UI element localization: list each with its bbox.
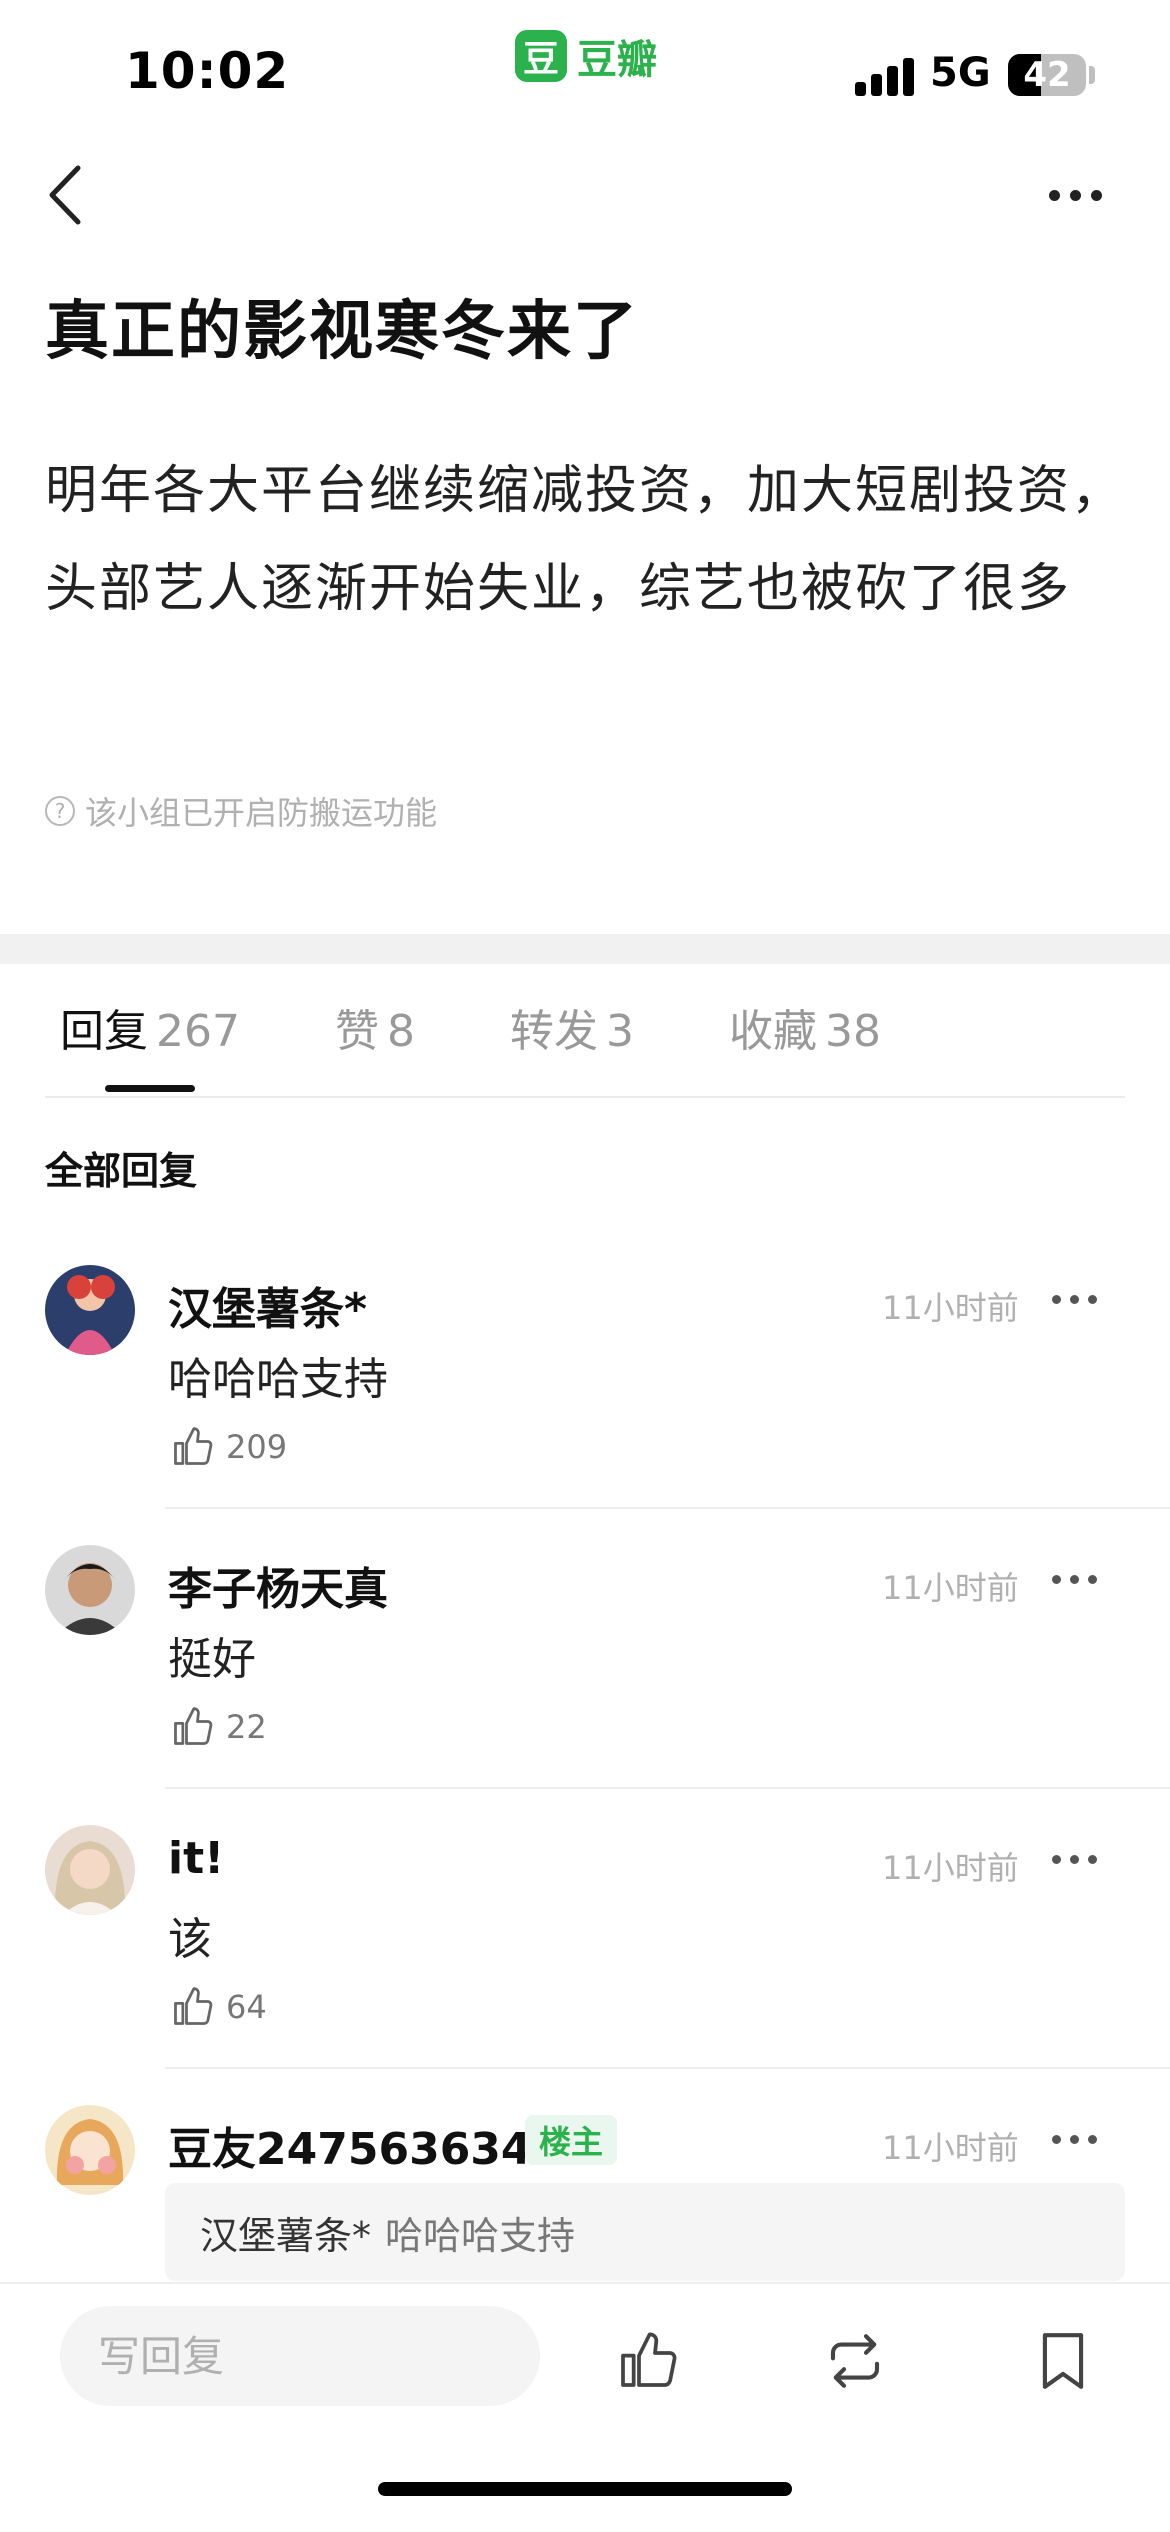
avatar[interactable] <box>45 1825 135 1915</box>
bottom-action-bar <box>0 2282 1170 2532</box>
more-dots-icon <box>1052 2135 1061 2144</box>
section-separator <box>0 934 1170 964</box>
repost-icon <box>830 2334 880 2388</box>
thumbs-up-icon <box>174 1707 213 1745</box>
comment-text: 该 <box>168 1914 212 1965</box>
comment-time: 11小时前 <box>882 2129 1019 2167</box>
avatar[interactable] <box>45 1265 135 1355</box>
battery-level: 42 <box>1023 55 1071 95</box>
bookmark-icon <box>1042 2333 1084 2389</box>
back-button[interactable] <box>40 160 90 230</box>
comment-time: 11小时前 <box>882 1849 1019 1887</box>
comment-like-button[interactable]: 22 <box>170 1705 267 1749</box>
comment-text: 挺好 <box>168 1634 256 1685</box>
comment-more-button[interactable] <box>1052 1575 1097 1584</box>
status-time: 10:02 <box>125 42 290 100</box>
quoted-text: 哈哈哈支持 <box>385 2213 576 2258</box>
comment-divider <box>165 2067 1170 2069</box>
thumbs-up-icon <box>621 2332 677 2387</box>
like-count: 64 <box>226 1988 267 2026</box>
comment-like-button[interactable]: 64 <box>170 1985 267 2029</box>
more-options-button[interactable] <box>1040 175 1110 215</box>
like-count: 209 <box>226 1428 288 1466</box>
post-title: 真正的影视寒冬来了 <box>45 295 639 369</box>
comment-like-button[interactable]: 209 <box>170 1425 287 1469</box>
tab-replies[interactable]: 回复 267 <box>60 995 240 1059</box>
notice-text: 该小组已开启防搬运功能 <box>85 794 438 832</box>
tab-reposts[interactable]: 转发 3 <box>510 995 634 1059</box>
douban-logo-icon: 豆 <box>515 30 567 82</box>
bookmark-button[interactable] <box>1028 2326 1098 2396</box>
comment-text: 哈哈哈支持 <box>168 1354 388 1405</box>
comment-author[interactable]: 汉堡薯条* <box>168 1273 367 1337</box>
more-dots-icon <box>1052 1575 1061 1584</box>
more-dots-icon <box>1052 1855 1061 1864</box>
comment-more-button[interactable] <box>1052 1855 1097 1864</box>
post-body: 明年各大平台继续缩减投资，加大短剧投资，头部艺人逐渐开始失业，综艺也被砍了很多 <box>45 461 1126 619</box>
home-indicator <box>378 2482 792 2496</box>
reply-input[interactable] <box>60 2306 540 2406</box>
network-type: 5G <box>930 50 991 96</box>
comment-author[interactable]: 豆友247563634 <box>168 2113 532 2177</box>
app-badge: 豆 豆瓣 <box>515 28 657 84</box>
question-circle-icon: ? <box>45 796 75 826</box>
more-dots-icon <box>1052 1295 1061 1304</box>
avatar[interactable] <box>45 1545 135 1635</box>
tab-likes[interactable]: 赞 8 <box>335 995 415 1059</box>
comment-time: 11小时前 <box>882 1289 1019 1327</box>
anti-repost-notice: ? 该小组已开启防搬运功能 <box>45 788 437 834</box>
tabs-divider <box>45 1096 1125 1098</box>
tab-bar: 回复 267 赞 8 转发 3 收藏 38 <box>60 995 976 1059</box>
like-post-button[interactable] <box>612 2326 682 2396</box>
comment-time: 11小时前 <box>882 1569 1019 1607</box>
quoted-author: 汉堡薯条* <box>200 2213 372 2258</box>
comment-author[interactable]: 李子杨天真 <box>168 1553 388 1617</box>
quoted-reply[interactable]: 汉堡薯条* 哈哈哈支持 <box>165 2183 1125 2281</box>
active-tab-indicator <box>105 1085 195 1092</box>
app-name: 豆瓣 <box>577 37 657 83</box>
comment-divider <box>165 1787 1170 1789</box>
tab-collections[interactable]: 收藏 38 <box>729 995 881 1059</box>
comment-author[interactable]: it! <box>168 1833 224 1884</box>
status-bar: 10:02 豆 豆瓣 5G 42 <box>0 0 1170 140</box>
signal-icon <box>855 58 917 96</box>
thumbs-up-icon <box>174 1427 213 1465</box>
comment-more-button[interactable] <box>1052 2135 1097 2144</box>
chevron-left-icon <box>49 165 81 225</box>
comment-divider <box>165 1507 1170 1509</box>
like-count: 22 <box>226 1708 267 1746</box>
battery-icon: 42 <box>1008 54 1086 96</box>
avatar[interactable] <box>45 2105 135 2195</box>
repost-button[interactable] <box>820 2326 890 2396</box>
more-dots-icon <box>1048 189 1060 201</box>
op-badge: 楼主 <box>525 2115 618 2165</box>
thumbs-up-icon <box>174 1987 213 2025</box>
all-replies-title: 全部回复 <box>45 1149 198 1193</box>
comment-more-button[interactable] <box>1052 1295 1097 1304</box>
